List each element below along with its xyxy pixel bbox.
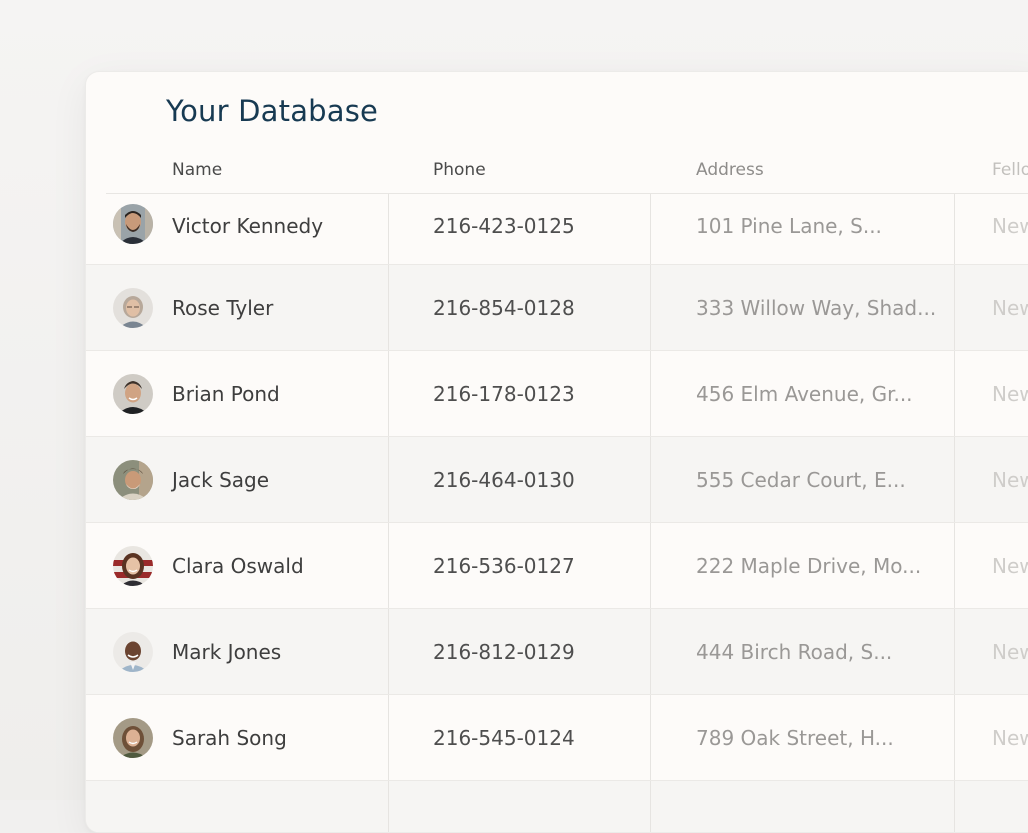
- column-divider: [954, 351, 955, 436]
- row-name: Jack Sage: [172, 468, 270, 492]
- row-phone: 216-854-0128: [433, 296, 575, 320]
- row-phone: 216-536-0127: [433, 554, 575, 578]
- table-body: Victor Kennedy 216-423-0125 101 Pine Lan…: [86, 194, 1028, 832]
- column-divider: [650, 781, 651, 832]
- column-divider: [388, 437, 389, 522]
- row-fellow: New: [992, 640, 1028, 664]
- column-divider: [388, 265, 389, 350]
- column-divider: [388, 194, 389, 264]
- row-fellow: New: [992, 382, 1028, 406]
- row-fellow: New: [992, 554, 1028, 578]
- row-address: 789 Oak Street, H...: [696, 726, 894, 750]
- row-name: Rose Tyler: [172, 296, 274, 320]
- row-address: 444 Birch Road, S...: [696, 640, 893, 664]
- table-row[interactable]: [86, 781, 1028, 832]
- column-divider: [650, 695, 651, 780]
- row-name: Clara Oswald: [172, 554, 304, 578]
- column-divider: [650, 194, 651, 264]
- column-header-fellow[interactable]: Fello: [992, 160, 1028, 180]
- page-title: Your Database: [166, 94, 379, 128]
- row-fellow: New: [992, 468, 1028, 492]
- column-divider: [650, 351, 651, 436]
- column-divider: [954, 523, 955, 608]
- row-phone: 216-178-0123: [433, 382, 575, 406]
- table-row[interactable]: Mark Jones 216-812-0129 444 Birch Road, …: [86, 609, 1028, 695]
- row-address: 333 Willow Way, Shad...: [696, 296, 937, 320]
- column-divider: [650, 265, 651, 350]
- column-divider: [954, 609, 955, 694]
- row-phone: 216-464-0130: [433, 468, 575, 492]
- column-divider: [650, 609, 651, 694]
- column-header-name[interactable]: Name: [172, 160, 222, 180]
- avatar-sarah: [113, 718, 153, 758]
- row-phone: 216-545-0124: [433, 726, 575, 750]
- column-divider: [650, 523, 651, 608]
- table-row[interactable]: Sarah Song 216-545-0124 789 Oak Street, …: [86, 695, 1028, 781]
- row-fellow: New: [992, 296, 1028, 320]
- column-header-address[interactable]: Address: [696, 160, 764, 180]
- table-header: Name Phone Address Fello: [106, 150, 1028, 194]
- column-divider: [954, 265, 955, 350]
- background: Your Database Name Phone Address Fello V…: [0, 0, 1028, 833]
- table-row[interactable]: Brian Pond 216-178-0123 456 Elm Avenue, …: [86, 351, 1028, 437]
- avatar-mark: [113, 632, 153, 672]
- column-divider: [388, 695, 389, 780]
- row-address: 101 Pine Lane, S...: [696, 214, 882, 238]
- column-header-phone[interactable]: Phone: [433, 160, 486, 180]
- row-fellow: New: [992, 214, 1028, 238]
- column-divider: [954, 781, 955, 832]
- column-divider: [388, 609, 389, 694]
- table-row[interactable]: Clara Oswald 216-536-0127 222 Maple Driv…: [86, 523, 1028, 609]
- row-phone: 216-812-0129: [433, 640, 575, 664]
- column-divider: [954, 695, 955, 780]
- table-row[interactable]: Victor Kennedy 216-423-0125 101 Pine Lan…: [86, 194, 1028, 265]
- table-row[interactable]: Jack Sage 216-464-0130 555 Cedar Court, …: [86, 437, 1028, 523]
- avatar-jack: [113, 460, 153, 500]
- avatar-victor: [113, 204, 153, 244]
- column-divider: [954, 194, 955, 264]
- avatar-brian: [113, 374, 153, 414]
- row-name: Sarah Song: [172, 726, 287, 750]
- avatar-clara: [113, 546, 153, 586]
- column-divider: [388, 523, 389, 608]
- row-address: 222 Maple Drive, Mo...: [696, 554, 922, 578]
- database-card: Your Database Name Phone Address Fello V…: [85, 71, 1028, 833]
- column-divider: [954, 437, 955, 522]
- row-phone: 216-423-0125: [433, 214, 575, 238]
- row-name: Mark Jones: [172, 640, 282, 664]
- row-fellow: New: [992, 726, 1028, 750]
- column-divider: [388, 781, 389, 832]
- row-name: Victor Kennedy: [172, 214, 324, 238]
- row-name: Brian Pond: [172, 382, 280, 406]
- table-row[interactable]: Rose Tyler 216-854-0128 333 Willow Way, …: [86, 265, 1028, 351]
- column-divider: [388, 351, 389, 436]
- column-divider: [650, 437, 651, 522]
- avatar-rose: [113, 288, 153, 328]
- row-address: 456 Elm Avenue, Gr...: [696, 382, 913, 406]
- row-address: 555 Cedar Court, E...: [696, 468, 906, 492]
